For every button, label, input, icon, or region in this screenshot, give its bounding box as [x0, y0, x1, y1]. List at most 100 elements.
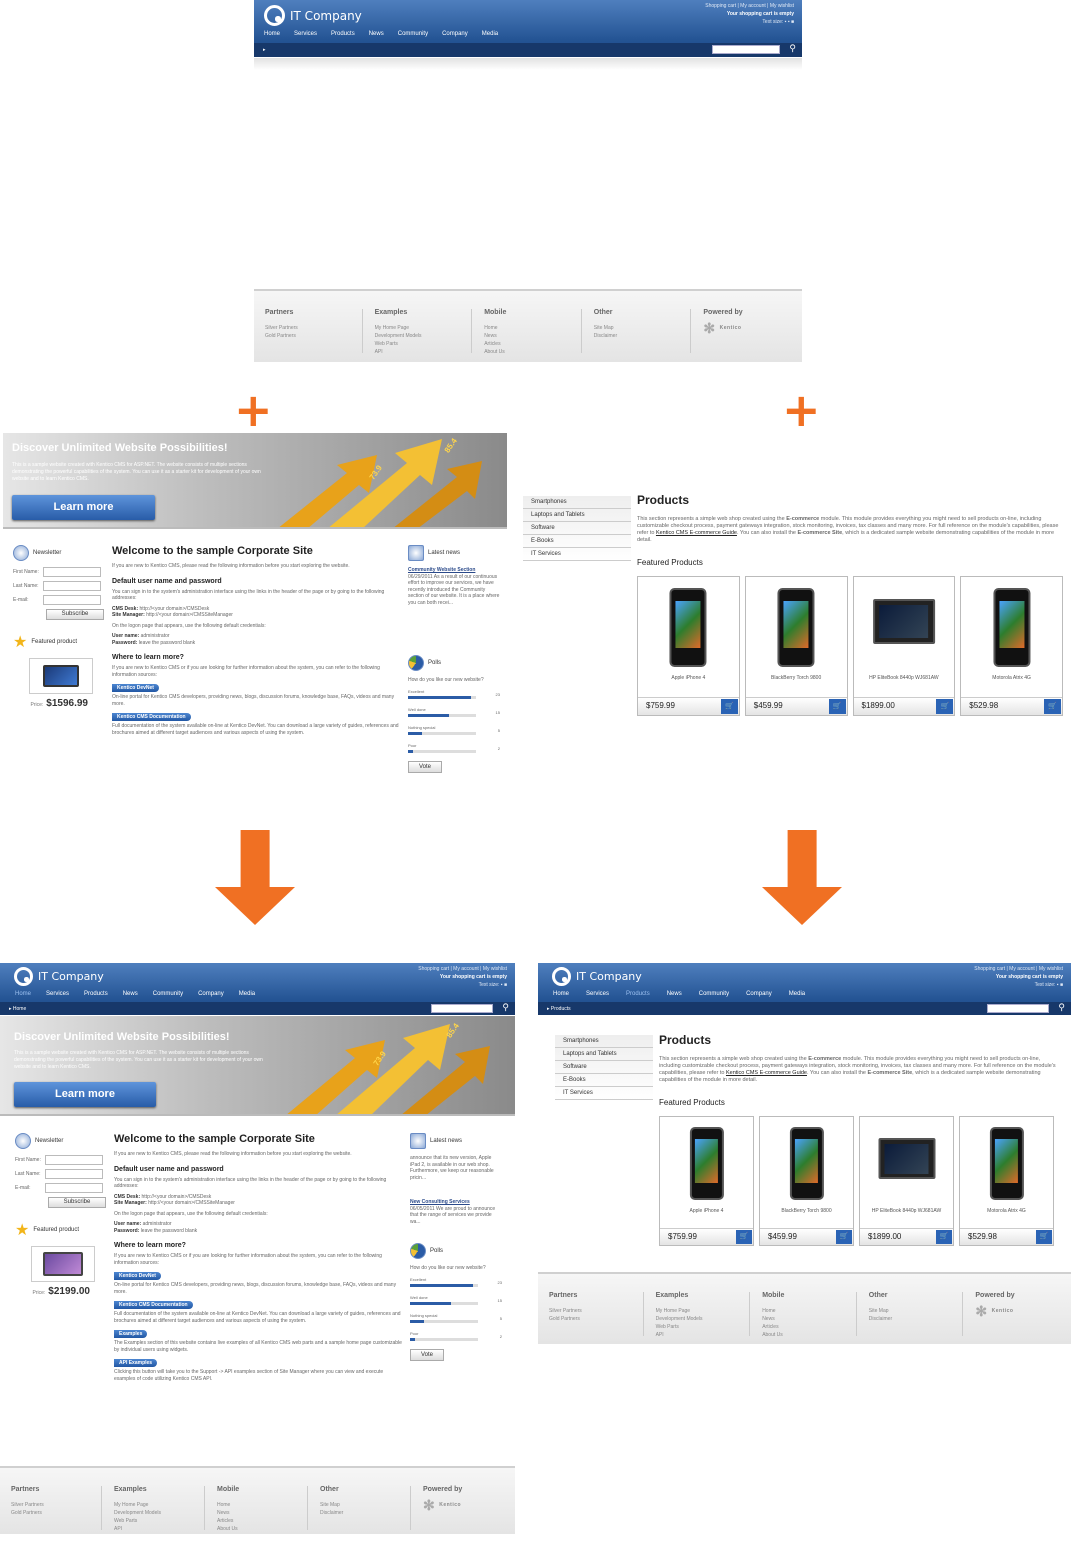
poll-option[interactable]: Excellent 23: [408, 689, 500, 699]
cart-icon[interactable]: 🛒: [936, 698, 954, 714]
product-name[interactable]: BlackBerry Torch 9800: [746, 675, 847, 681]
footer-link[interactable]: Web Parts: [114, 1517, 202, 1525]
footer-link[interactable]: Disclaimer: [594, 332, 689, 340]
nav-item-services[interactable]: Services: [46, 991, 69, 997]
nav-item-services[interactable]: Services: [294, 31, 317, 37]
category-item[interactable]: Laptops and Tablets: [523, 509, 631, 522]
learn-more-button[interactable]: Learn more: [12, 495, 155, 520]
footer-link[interactable]: News: [484, 332, 579, 340]
nav-item-home[interactable]: Home: [264, 31, 280, 37]
subscribe-button[interactable]: Subscribe: [48, 1197, 106, 1208]
footer-link[interactable]: Silver Partners: [549, 1307, 641, 1315]
nav-item-company[interactable]: Company: [746, 991, 772, 997]
cart-icon[interactable]: 🛒: [828, 698, 846, 714]
learn-more-button[interactable]: Learn more: [14, 1082, 156, 1107]
product-card[interactable]: Apple iPhone 4 $759.99 🛒: [659, 1116, 754, 1246]
first-name-field[interactable]: [45, 1155, 103, 1165]
footer-link[interactable]: Site Map: [320, 1501, 408, 1509]
search-input[interactable]: [712, 45, 780, 54]
poll-option[interactable]: Poor 2: [410, 1331, 502, 1341]
footer-link[interactable]: Home: [762, 1307, 854, 1315]
footer-link[interactable]: Web Parts: [375, 340, 470, 348]
footer-link[interactable]: Articles: [217, 1517, 305, 1525]
cart-icon[interactable]: 🛒: [736, 1230, 752, 1244]
nav-item-community[interactable]: Community: [699, 991, 729, 997]
product-card[interactable]: Motorola Atrix 4G $529.98 🛒: [960, 576, 1063, 716]
breadcrumb-home[interactable]: Home: [13, 1006, 26, 1012]
util-link-text[interactable]: Shopping cart | My account | My wishlist: [418, 965, 507, 973]
breadcrumb-products[interactable]: Products: [551, 1006, 571, 1012]
text-size-control[interactable]: Text size: ▪ ■: [418, 981, 507, 989]
cart-icon[interactable]: 🛒: [720, 698, 738, 714]
logo[interactable]: IT Company: [264, 5, 362, 26]
featured-product-image[interactable]: [31, 1246, 95, 1282]
logo[interactable]: IT Company: [552, 967, 642, 986]
category-item[interactable]: E-Books: [523, 535, 631, 548]
nav-item-media[interactable]: Media: [239, 991, 255, 997]
news-title-link[interactable]: Community Website Section: [408, 567, 475, 573]
product-card[interactable]: BlackBerry Torch 9800 $459.99 🛒: [759, 1116, 854, 1246]
product-card[interactable]: BlackBerry Torch 9800 $459.99 🛒: [744, 576, 848, 716]
footer-link[interactable]: Development Models: [114, 1509, 202, 1517]
first-name-field[interactable]: [43, 567, 101, 577]
footer-link[interactable]: News: [762, 1315, 854, 1323]
cart-icon[interactable]: 🛒: [936, 1230, 952, 1244]
footer-link[interactable]: My Home Page: [375, 324, 470, 332]
footer-link[interactable]: Disclaimer: [320, 1509, 408, 1517]
poll-option[interactable]: Nothing special 5: [410, 1313, 502, 1323]
footer-link[interactable]: Development Models: [375, 332, 470, 340]
footer-link[interactable]: Gold Partners: [11, 1509, 99, 1517]
footer-link[interactable]: News: [217, 1509, 305, 1517]
util-link-text[interactable]: Shopping cart | My account | My wishlist: [705, 2, 794, 10]
nav-item-news[interactable]: News: [369, 31, 384, 37]
poll-option[interactable]: Well done 15: [408, 707, 500, 717]
nav-item-products[interactable]: Products: [331, 31, 355, 37]
nav-item-company[interactable]: Company: [198, 991, 224, 997]
poll-option[interactable]: Nothing special 5: [408, 725, 500, 735]
cart-icon[interactable]: 🛒: [836, 1230, 852, 1244]
search-icon[interactable]: ⚲: [789, 43, 796, 54]
product-name[interactable]: Apple iPhone 4: [660, 1208, 753, 1214]
footer-link[interactable]: Home: [217, 1501, 305, 1509]
nav-item-services[interactable]: Services: [586, 991, 609, 997]
devnet-link[interactable]: Kentico DevNet: [112, 684, 159, 692]
footer-link[interactable]: Gold Partners: [549, 1315, 641, 1323]
email-field[interactable]: [45, 1183, 103, 1193]
nav-item-home[interactable]: Home: [553, 991, 569, 997]
email-field[interactable]: [43, 595, 101, 605]
ecommerce-guide-link[interactable]: Kentico CMS E-commerce Guide: [656, 530, 737, 536]
examples-link[interactable]: Examples: [114, 1330, 148, 1338]
nav-item-products[interactable]: Products: [84, 991, 108, 997]
footer-link[interactable]: Development Models: [656, 1315, 748, 1323]
vote-button[interactable]: Vote: [408, 761, 442, 773]
footer-link[interactable]: API: [375, 348, 470, 356]
subscribe-button[interactable]: Subscribe: [46, 609, 104, 620]
poll-option[interactable]: Poor 2: [408, 743, 500, 753]
product-card[interactable]: Apple iPhone 4 $759.99 🛒: [637, 576, 740, 716]
text-size-control[interactable]: Text size: ▪ ▪ ■: [705, 18, 794, 26]
footer-link[interactable]: My Home Page: [114, 1501, 202, 1509]
category-item[interactable]: Smartphones: [555, 1035, 653, 1048]
documentation-link[interactable]: Kentico CMS Documentation: [112, 713, 191, 721]
category-item[interactable]: Smartphones: [523, 496, 631, 509]
footer-link[interactable]: About Us: [484, 348, 579, 356]
product-card[interactable]: HP EliteBook 8440p WJ681AW $1899.00 🛒: [859, 1116, 954, 1246]
footer-link[interactable]: Articles: [484, 340, 579, 348]
footer-link[interactable]: Gold Partners: [265, 332, 360, 340]
last-name-field[interactable]: [45, 1169, 103, 1179]
nav-item-home[interactable]: Home: [15, 991, 31, 997]
search-input[interactable]: [431, 1004, 493, 1013]
product-name[interactable]: Motorola Atrix 4G: [961, 675, 1062, 681]
search-icon[interactable]: ⚲: [1058, 1002, 1065, 1013]
news-title-link[interactable]: New Consulting Services: [410, 1199, 470, 1205]
documentation-link[interactable]: Kentico CMS Documentation: [114, 1301, 193, 1309]
footer-link[interactable]: Silver Partners: [265, 324, 360, 332]
footer-link[interactable]: My Home Page: [656, 1307, 748, 1315]
devnet-link[interactable]: Kentico DevNet: [114, 1272, 161, 1280]
poll-option[interactable]: Well done 15: [410, 1295, 502, 1305]
product-card[interactable]: HP EliteBook 8440p WJ681AW $1899.00 🛒: [852, 576, 956, 716]
search-icon[interactable]: ⚲: [502, 1002, 509, 1013]
product-name[interactable]: BlackBerry Torch 9800: [760, 1208, 853, 1214]
poll-option[interactable]: Excellent 23: [410, 1277, 502, 1287]
vote-button[interactable]: Vote: [410, 1349, 444, 1361]
